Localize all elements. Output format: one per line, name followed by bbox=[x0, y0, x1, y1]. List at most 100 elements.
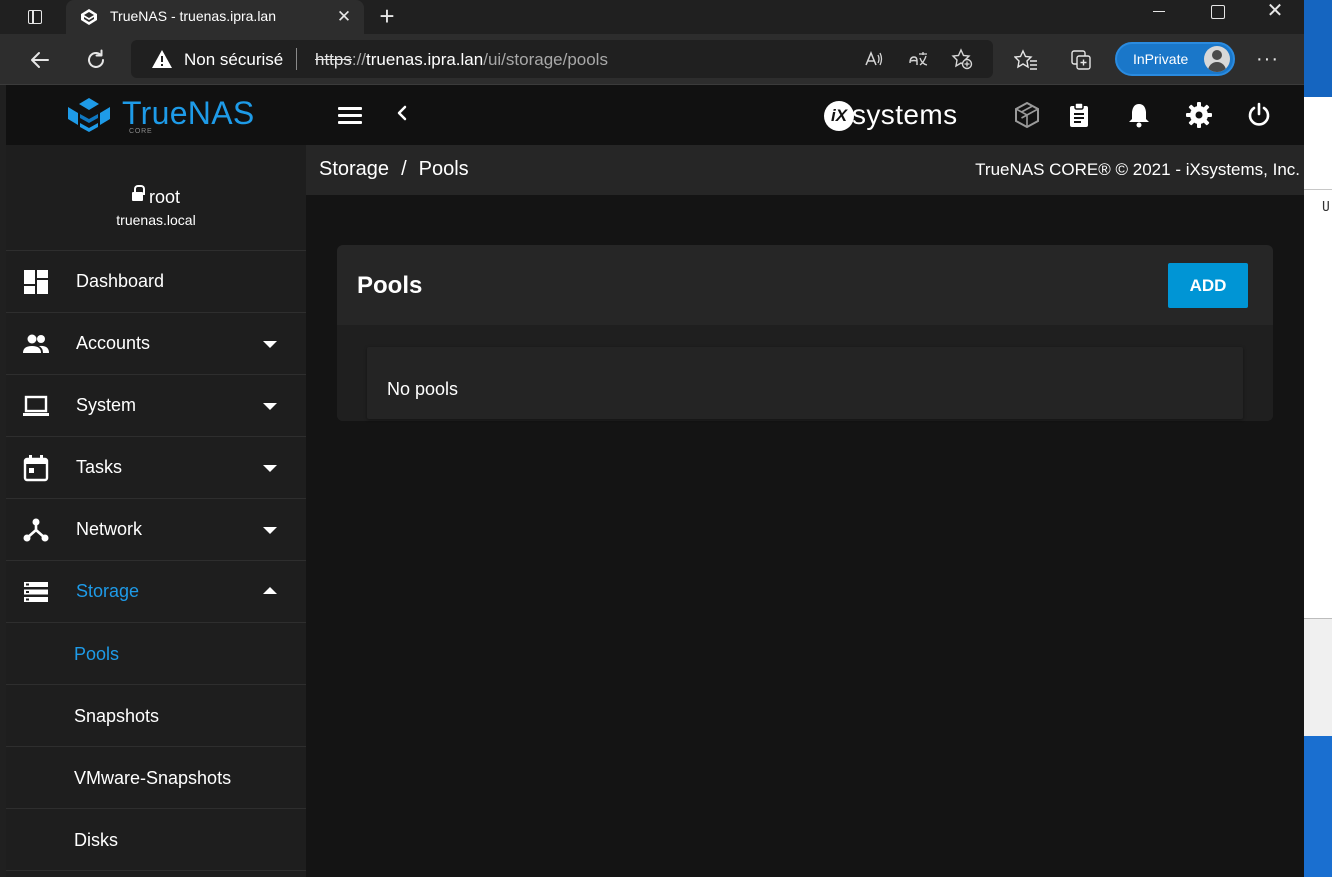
sidebar-item-label: Dashboard bbox=[76, 271, 165, 291]
url-scheme: https bbox=[315, 50, 352, 69]
url-text[interactable]: https://truenas.ipra.lan/ui/storage/pool… bbox=[315, 50, 608, 70]
tab-title: TrueNAS - truenas.ipra.lan bbox=[110, 8, 276, 24]
storage-icon bbox=[24, 582, 48, 602]
sidebar-subitem-label: Disks bbox=[74, 830, 118, 850]
chevron-down-icon bbox=[263, 527, 277, 534]
arrow-left-icon bbox=[31, 52, 49, 68]
calendar-icon bbox=[23, 455, 49, 482]
desktop-divider bbox=[1304, 189, 1332, 190]
sidebar-item-accounts[interactable]: Accounts bbox=[6, 313, 306, 375]
warning-icon bbox=[152, 50, 172, 68]
pools-card: Pools ADD No pools bbox=[337, 245, 1273, 421]
sidebar-item-label: Storage bbox=[76, 581, 140, 601]
window-close-button[interactable]: ✕ bbox=[1246, 0, 1304, 30]
dashboard-icon bbox=[24, 270, 48, 294]
collections-icon[interactable] bbox=[1069, 48, 1093, 72]
lock-icon bbox=[131, 185, 145, 202]
hamburger-icon bbox=[338, 107, 362, 110]
breadcrumb-bar: Storage / Pools TrueNAS CORE® © 2021 - iXs… bbox=[306, 145, 1304, 195]
sidebar-item-label: Network bbox=[76, 519, 143, 539]
window-maximize-button[interactable] bbox=[1188, 0, 1246, 30]
back-button[interactable] bbox=[26, 46, 54, 74]
sidebar-item-system[interactable]: System bbox=[6, 375, 306, 437]
empty-pools-row: No pools bbox=[367, 347, 1243, 419]
add-pool-button[interactable]: ADD bbox=[1168, 263, 1248, 308]
sidebar-subitem-vmware-snapshots[interactable]: VMware-Snapshots bbox=[6, 747, 306, 809]
truenas-logo-subtext: CORE bbox=[129, 128, 153, 135]
ixsystems-logo-text: systems bbox=[852, 99, 958, 130]
chevron-left-icon bbox=[397, 105, 407, 121]
url-scheme-separator: :// bbox=[351, 50, 367, 69]
refresh-button[interactable] bbox=[82, 46, 110, 74]
gear-icon[interactable] bbox=[1185, 101, 1213, 129]
address-bar[interactable]: Non sécurisé https://truenas.ipra.lan/ui… bbox=[131, 40, 993, 78]
chevron-down-icon bbox=[263, 465, 277, 472]
url-host: truenas.ipra.lan bbox=[366, 50, 484, 69]
desktop-panel bbox=[1304, 618, 1332, 736]
copyright-text: TrueNAS CORE® © 2021 - iXsystems, Inc. bbox=[975, 160, 1300, 179]
desktop-text-fragment: U bbox=[1322, 200, 1330, 215]
sidebar-subitem-pools[interactable]: Pools bbox=[6, 623, 306, 685]
desktop-wallpaper bbox=[1304, 736, 1332, 877]
power-icon[interactable] bbox=[1245, 101, 1273, 129]
translate-icon[interactable] bbox=[907, 48, 929, 70]
tab-strip: TrueNAS - truenas.ipra.lan ✕ + ✕ bbox=[0, 0, 1304, 34]
laptop-icon bbox=[23, 395, 49, 416]
user-info: root truenas.local bbox=[6, 145, 306, 251]
truenas-favicon-icon bbox=[81, 9, 97, 25]
desktop-background: U bbox=[1304, 0, 1332, 877]
sidebar-item-tasks[interactable]: Tasks bbox=[6, 437, 306, 499]
sidebar-item-storage[interactable]: Storage bbox=[6, 561, 306, 623]
pools-title: Pools bbox=[357, 272, 423, 299]
sidebar-item-label: Accounts bbox=[76, 333, 151, 353]
network-icon bbox=[23, 518, 49, 542]
window-minimize-button[interactable] bbox=[1130, 0, 1188, 30]
menu-toggle-button[interactable] bbox=[338, 105, 364, 125]
people-icon bbox=[23, 334, 49, 353]
add-favorite-icon[interactable] bbox=[951, 48, 973, 70]
breadcrumb-separator: / bbox=[401, 158, 407, 180]
sidebar-subitem-disks[interactable]: Disks bbox=[6, 809, 306, 871]
bell-icon[interactable] bbox=[1125, 101, 1153, 129]
chevron-down-icon bbox=[263, 341, 277, 348]
inprivate-profile-button[interactable]: InPrivate bbox=[1115, 42, 1235, 76]
favorites-icon[interactable] bbox=[1014, 48, 1038, 72]
ixsystems-logo-mark: iX bbox=[824, 101, 854, 131]
sidebar-item-label: Tasks bbox=[76, 457, 123, 477]
truenas-logo[interactable]: TrueNAS CORE bbox=[66, 95, 256, 137]
sidebar-subitem-snapshots[interactable]: Snapshots bbox=[6, 685, 306, 747]
sidebar-subitem-label: VMware-Snapshots bbox=[74, 768, 232, 788]
sidebar-item-dashboard[interactable]: Dashboard bbox=[6, 251, 306, 313]
browser-window: TrueNAS - truenas.ipra.lan ✕ + ✕ Non séc… bbox=[0, 0, 1304, 877]
sidebar-item-label: System bbox=[76, 395, 137, 415]
browser-tab[interactable]: TrueNAS - truenas.ipra.lan ✕ bbox=[66, 0, 364, 34]
tab-close-icon[interactable]: ✕ bbox=[334, 7, 354, 27]
sidebar-subitem-label: Snapshots bbox=[74, 706, 160, 726]
breadcrumb: Storage / Pools bbox=[319, 158, 469, 181]
more-options-icon[interactable]: ··· bbox=[1256, 46, 1279, 72]
ixsystems-logo[interactable]: iX systems bbox=[824, 99, 974, 133]
refresh-icon bbox=[88, 49, 104, 68]
url-path: /ui/storage/pools bbox=[483, 50, 608, 69]
inprivate-label: InPrivate bbox=[1133, 51, 1189, 67]
tab-actions-button[interactable] bbox=[24, 6, 46, 28]
truenas-logo-mark-icon bbox=[68, 98, 110, 132]
sidebar: root truenas.local Dashboard Accounts Sy… bbox=[6, 145, 306, 877]
read-aloud-icon[interactable] bbox=[863, 48, 885, 70]
sidebar-collapse-button[interactable] bbox=[394, 99, 410, 133]
security-status-label[interactable]: Non sécurisé bbox=[184, 50, 283, 70]
tab-actions-icon bbox=[28, 10, 42, 24]
truenas-logo-text: TrueNAS bbox=[122, 95, 255, 131]
profile-avatar bbox=[1204, 46, 1230, 72]
empty-pools-message: No pools bbox=[387, 379, 459, 399]
pools-card-body: No pools bbox=[337, 325, 1273, 421]
clipboard-icon[interactable] bbox=[1065, 101, 1093, 129]
main-content: Pools ADD No pools bbox=[306, 195, 1304, 877]
user-name: root bbox=[6, 185, 306, 208]
sidebar-item-network[interactable]: Network bbox=[6, 499, 306, 561]
desktop-window-edge bbox=[1304, 0, 1332, 97]
new-tab-button[interactable]: + bbox=[374, 2, 400, 30]
breadcrumb-storage[interactable]: Storage bbox=[319, 158, 389, 180]
truecommand-icon[interactable] bbox=[1013, 101, 1041, 129]
breadcrumb-pools: Pools bbox=[418, 158, 469, 180]
